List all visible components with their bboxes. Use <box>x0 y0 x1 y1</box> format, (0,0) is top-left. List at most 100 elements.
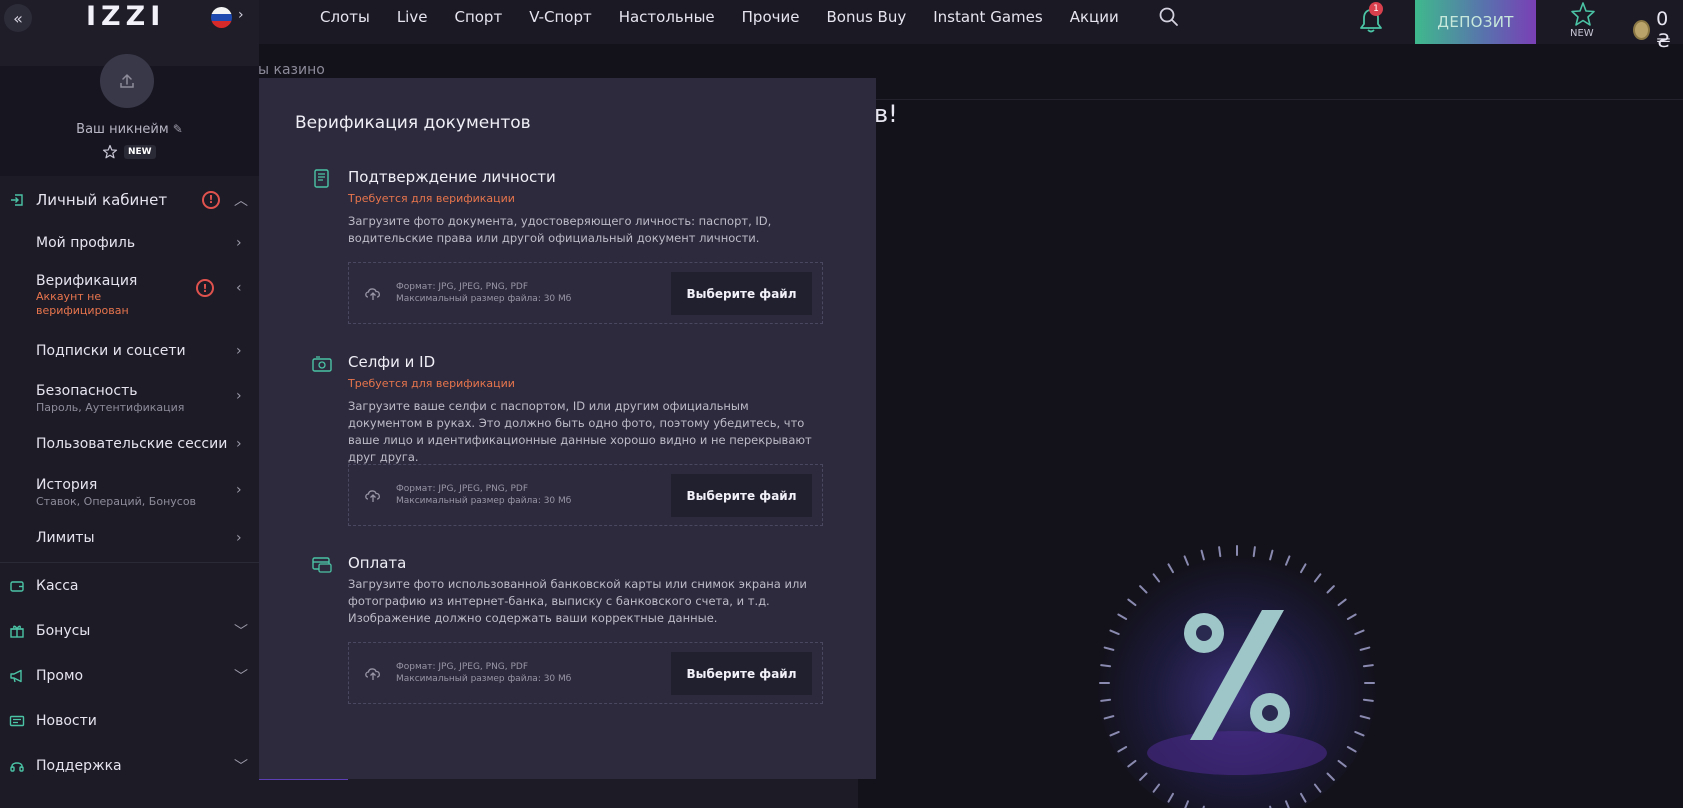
nav-item-slots[interactable]: Слоты <box>320 8 370 26</box>
sidebar-item-history[interactable]: История Ставок, Операций, Бонусов › <box>0 468 259 518</box>
file-dropzone[interactable]: Формат: JPG, JPEG, PNG, PDF Максимальный… <box>348 464 823 526</box>
sidebar-item-sublabel: Ставок, Операций, Бонусов <box>36 495 197 508</box>
avatar[interactable] <box>100 54 154 108</box>
section-title: Селфи и ID <box>348 353 436 371</box>
chevron-right-icon: › <box>236 530 242 546</box>
sidebar-item-limits[interactable]: Лимиты › <box>0 518 259 562</box>
sidebar-item-subscriptions[interactable]: Подписки и соцсети › <box>0 331 259 374</box>
warning-icon: ! <box>196 279 214 297</box>
sidebar-item-news[interactable]: Новости <box>0 698 259 743</box>
cloud-upload-icon <box>365 288 380 300</box>
sidebar-item-sublabel: Пароль, Аутентификация <box>36 401 185 414</box>
star-icon <box>102 144 118 159</box>
collapse-sidebar-button[interactable]: « <box>4 4 32 32</box>
new-badge: NEW <box>124 145 156 159</box>
chevron-right-icon: › <box>236 343 242 359</box>
sidebar-menu: Личный кабинет ! ︿ Мой профиль › Верифик… <box>0 177 259 788</box>
chevron-down-icon: ﹀ <box>234 623 248 640</box>
russia-flag-icon[interactable] <box>211 7 232 28</box>
file-size-hint: Максимальный размер файла: 30 Мб <box>396 674 572 684</box>
chevron-up-icon: ︿ <box>234 192 248 209</box>
sidebar-item-promo[interactable]: Промо ﹀ <box>0 653 259 698</box>
sidebar-item-account[interactable]: Личный кабинет ! ︿ <box>0 177 259 222</box>
sidebar-item-label: История <box>36 477 98 493</box>
sidebar-item-label: Лимиты <box>36 530 95 546</box>
new-label: NEW <box>1570 28 1594 39</box>
file-dropzone[interactable]: Формат: JPG, JPEG, PNG, PDF Максимальный… <box>348 262 823 324</box>
sidebar-item-label: Мой профиль <box>36 235 136 251</box>
sidebar-item-support[interactable]: Поддержка ﹀ <box>0 743 259 788</box>
sidebar-item-label: Бонусы <box>36 622 91 639</box>
nickname[interactable]: Ваш никнейм ✎ <box>0 122 259 137</box>
decorative-tick <box>1218 546 1222 558</box>
chevron-left-icon: ‹ <box>236 280 242 296</box>
sidebar-item-my-profile[interactable]: Мой профиль › <box>0 222 259 267</box>
camera-id-icon <box>312 356 332 372</box>
main-nav: Слоты Live Спорт V-Спорт Настольные Проч… <box>320 0 1146 34</box>
background-panel <box>258 776 858 808</box>
percent-promo-illustration <box>1097 543 1377 808</box>
nickname-text: Ваш никнейм <box>76 122 169 137</box>
section-required: Требуется для верификации <box>348 377 515 390</box>
section-required: Требуется для верификации <box>348 192 515 205</box>
decorative-tick <box>1362 664 1374 668</box>
nav-item-bonus-buy[interactable]: Bonus Buy <box>826 8 906 26</box>
section-title: Оплата <box>348 554 407 572</box>
sidebar-item-label: Подписки и соцсети <box>36 343 186 359</box>
nav-item-live[interactable]: Live <box>397 8 428 26</box>
chevron-right-icon: › <box>236 436 242 452</box>
choose-file-button[interactable]: Выберите файл <box>671 474 812 517</box>
gift-icon <box>10 625 24 638</box>
decorative-tick <box>1362 698 1374 702</box>
balance-value: 0 ₴ <box>1656 8 1671 52</box>
warning-icon: ! <box>202 190 220 209</box>
sidebar-item-label: Безопасность <box>36 383 138 399</box>
sidebar-item-bonuses[interactable]: Бонусы ﹀ <box>0 608 259 653</box>
logo[interactable]: IZZI <box>86 1 165 32</box>
decorative-tick <box>1100 698 1112 702</box>
balance[interactable]: 0 ₴ <box>1633 8 1683 52</box>
level-badge: NEW <box>102 144 156 160</box>
sidebar-item-verification[interactable]: Верификация Аккаунт не верифицирован ! ‹ <box>0 267 259 331</box>
section-title: Подтверждение личности <box>348 168 556 186</box>
sidebar-item-label: Верификация <box>36 273 138 289</box>
choose-file-button[interactable]: Выберите файл <box>671 652 812 695</box>
verification-status: Аккаунт не <box>36 290 102 303</box>
credit-card-icon <box>312 557 332 573</box>
chevron-right-icon: › <box>236 482 242 498</box>
choose-file-button[interactable]: Выберите файл <box>671 272 812 315</box>
sidebar-item-label: Касса <box>36 577 79 594</box>
megaphone-icon <box>10 669 22 682</box>
pencil-icon[interactable]: ✎ <box>173 122 183 136</box>
sidebar-item-cashier[interactable]: Касса <box>0 563 259 608</box>
cloud-upload-icon <box>365 490 380 502</box>
page-title-fragment: в! <box>874 100 898 128</box>
nav-item-vsport[interactable]: V-Спорт <box>529 8 592 26</box>
nav-item-other[interactable]: Прочие <box>742 8 800 26</box>
file-format-hint: Формат: JPG, JPEG, PNG, PDF <box>396 282 529 292</box>
sidebar-item-label: Поддержка <box>36 757 122 774</box>
file-size-hint: Максимальный размер файла: 30 Мб <box>396 496 572 506</box>
file-size-hint: Максимальный размер файла: 30 Мб <box>396 294 572 304</box>
decorative-tick <box>1100 664 1112 668</box>
file-format-hint: Формат: JPG, JPEG, PNG, PDF <box>396 484 529 494</box>
page: Слоты Live Спорт V-Спорт Настольные Проч… <box>0 0 1683 808</box>
sidebar-item-label: Промо <box>36 667 84 684</box>
chevron-right-icon[interactable]: › <box>238 7 244 23</box>
nav-item-table[interactable]: Настольные <box>619 8 715 26</box>
coin-icon <box>1633 20 1651 40</box>
file-dropzone[interactable]: Формат: JPG, JPEG, PNG, PDF Максимальный… <box>348 642 823 704</box>
cloud-upload-icon <box>365 668 380 680</box>
nav-item-sport[interactable]: Спорт <box>454 8 502 26</box>
wallet-icon <box>10 580 24 592</box>
document-icon <box>314 169 329 188</box>
news-icon <box>9 715 25 726</box>
nav-item-promotions[interactable]: Акции <box>1070 8 1119 26</box>
sidebar-item-security[interactable]: Безопасность Пароль, Аутентификация › <box>0 374 259 424</box>
nav-item-instant-games[interactable]: Instant Games <box>933 8 1042 26</box>
deposit-button[interactable]: ДЕПОЗИТ <box>1415 0 1536 44</box>
login-icon <box>11 193 23 206</box>
modal-title: Верификация документов <box>295 113 531 133</box>
sidebar-item-sessions[interactable]: Пользовательские сессии › <box>0 424 259 468</box>
search-icon[interactable] <box>1158 6 1180 28</box>
